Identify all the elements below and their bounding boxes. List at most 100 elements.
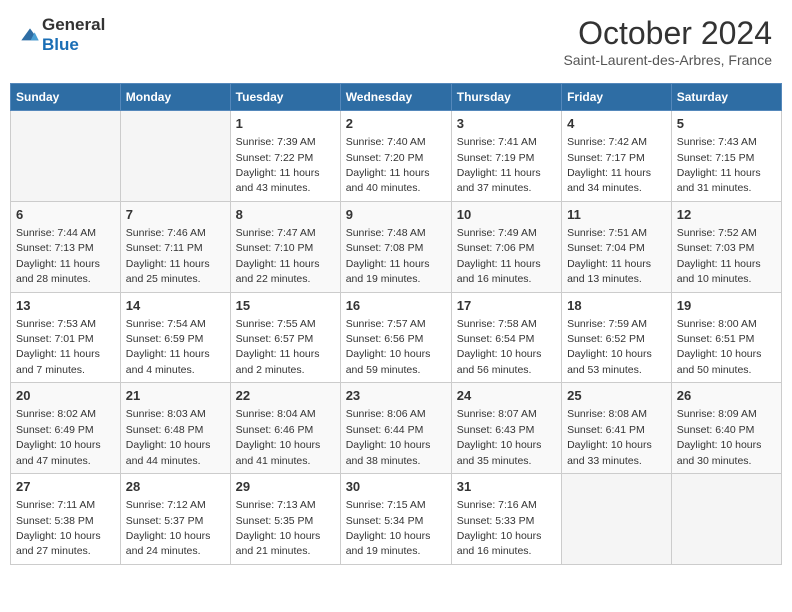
day-info: Sunrise: 7:49 AMSunset: 7:06 PMDaylight:… (457, 227, 541, 285)
day-number: 20 (16, 387, 115, 405)
calendar-cell: 16 Sunrise: 7:57 AMSunset: 6:56 PMDayligh… (340, 292, 451, 383)
logo-icon (20, 27, 40, 43)
day-number: 30 (346, 478, 446, 496)
month-title: October 2024 (563, 15, 772, 52)
calendar-cell: 31Sunrise: 7:16 AMSunset: 5:33 PMDayligh… (451, 474, 561, 565)
calendar-cell (11, 111, 121, 202)
day-info: Sunrise: 7:57 AMSunset: 6:56 PMDaylight:… (346, 318, 431, 376)
day-number: 31 (457, 478, 556, 496)
day-info: Sunrise: 7:55 AMSunset: 6:57 PMDaylight:… (236, 318, 320, 376)
calendar-cell: 18 Sunrise: 7:59 AMSunset: 6:52 PMDayligh… (562, 292, 672, 383)
calendar-cell: 2Sunrise: 7:40 AMSunset: 7:20 PMDaylight… (340, 111, 451, 202)
day-info: Sunrise: 7:39 AMSunset: 7:22 PMDaylight:… (236, 136, 320, 194)
calendar-cell: 7 Sunrise: 7:46 AMSunset: 7:11 PMDaylight… (120, 201, 230, 292)
calendar-cell (120, 111, 230, 202)
calendar-cell: 21Sunrise: 8:03 AMSunset: 6:48 PMDayligh… (120, 383, 230, 474)
day-number: 21 (126, 387, 225, 405)
calendar-cell: 20 Sunrise: 8:02 AMSunset: 6:49 PMDayligh… (11, 383, 121, 474)
day-info: Sunrise: 7:43 AMSunset: 7:15 PMDaylight:… (677, 136, 761, 194)
day-number: 27 (16, 478, 115, 496)
day-info: Sunrise: 7:13 AMSunset: 5:35 PMDaylight:… (236, 499, 321, 557)
logo: General Blue (20, 15, 105, 56)
day-info: Sunrise: 8:09 AMSunset: 6:40 PMDaylight:… (677, 408, 762, 466)
day-number: 1 (236, 115, 335, 133)
day-number: 13 (16, 297, 115, 315)
day-number: 10 (457, 206, 556, 224)
calendar-cell: 30 Sunrise: 7:15 AMSunset: 5:34 PMDayligh… (340, 474, 451, 565)
day-number: 25 (567, 387, 666, 405)
calendar-cell: 23 Sunrise: 8:06 AMSunset: 6:44 PMDayligh… (340, 383, 451, 474)
day-number: 16 (346, 297, 446, 315)
weekday-header-friday: Friday (562, 84, 672, 111)
day-number: 4 (567, 115, 666, 133)
calendar-cell: 19 Sunrise: 8:00 AMSunset: 6:51 PMDayligh… (671, 292, 781, 383)
logo-general: General (42, 15, 105, 35)
calendar-cell: 12Sunrise: 7:52 AMSunset: 7:03 PMDayligh… (671, 201, 781, 292)
calendar-cell: 15Sunrise: 7:55 AMSunset: 6:57 PMDayligh… (230, 292, 340, 383)
day-info: Sunrise: 7:46 AMSunset: 7:11 PMDaylight:… (126, 227, 210, 285)
calendar-cell: 11 Sunrise: 7:51 AMSunset: 7:04 PMDayligh… (562, 201, 672, 292)
day-number: 22 (236, 387, 335, 405)
day-info: Sunrise: 7:47 AMSunset: 7:10 PMDaylight:… (236, 227, 320, 285)
day-info: Sunrise: 8:06 AMSunset: 6:44 PMDaylight:… (346, 408, 431, 466)
logo-blue: Blue (42, 35, 105, 55)
day-number: 11 (567, 206, 666, 224)
weekday-header-thursday: Thursday (451, 84, 561, 111)
day-number: 29 (236, 478, 335, 496)
calendar-cell: 28 Sunrise: 7:12 AMSunset: 5:37 PMDayligh… (120, 474, 230, 565)
calendar-cell: 10 Sunrise: 7:49 AMSunset: 7:06 PMDayligh… (451, 201, 561, 292)
day-number: 14 (126, 297, 225, 315)
day-info: Sunrise: 7:40 AMSunset: 7:20 PMDaylight:… (346, 136, 430, 194)
day-info: Sunrise: 7:11 AMSunset: 5:38 PMDaylight:… (16, 499, 101, 557)
calendar-cell: 8Sunrise: 7:47 AMSunset: 7:10 PMDaylight… (230, 201, 340, 292)
weekday-header-saturday: Saturday (671, 84, 781, 111)
calendar-cell: 25 Sunrise: 8:08 AMSunset: 6:41 PMDayligh… (562, 383, 672, 474)
day-number: 19 (677, 297, 776, 315)
day-info: Sunrise: 8:00 AMSunset: 6:51 PMDaylight:… (677, 318, 762, 376)
calendar-cell: 24 Sunrise: 8:07 AMSunset: 6:43 PMDayligh… (451, 383, 561, 474)
day-number: 28 (126, 478, 225, 496)
day-info: Sunrise: 7:12 AMSunset: 5:37 PMDaylight:… (126, 499, 211, 557)
page-header: General Blue October 2024 Saint-Laurent-… (10, 10, 782, 73)
day-number: 18 (567, 297, 666, 315)
day-info: Sunrise: 7:54 AMSunset: 6:59 PMDaylight:… (126, 318, 210, 376)
location: Saint-Laurent-des-Arbres, France (563, 52, 772, 68)
calendar-cell: 29 Sunrise: 7:13 AMSunset: 5:35 PMDayligh… (230, 474, 340, 565)
calendar-cell (671, 474, 781, 565)
calendar-week-2: 6Sunrise: 7:44 AMSunset: 7:13 PMDaylight… (11, 201, 782, 292)
calendar-table: SundayMondayTuesdayWednesdayThursdayFrid… (10, 83, 782, 565)
calendar-cell: 3Sunrise: 7:41 AMSunset: 7:19 PMDaylight… (451, 111, 561, 202)
day-number: 24 (457, 387, 556, 405)
calendar-week-5: 27 Sunrise: 7:11 AMSunset: 5:38 PMDayligh… (11, 474, 782, 565)
day-info: Sunrise: 7:51 AMSunset: 7:04 PMDaylight:… (567, 227, 651, 285)
day-number: 7 (126, 206, 225, 224)
calendar-cell: 1 Sunrise: 7:39 AMSunset: 7:22 PMDaylight… (230, 111, 340, 202)
day-info: Sunrise: 7:41 AMSunset: 7:19 PMDaylight:… (457, 136, 541, 194)
day-number: 12 (677, 206, 776, 224)
calendar-cell: 9Sunrise: 7:48 AMSunset: 7:08 PMDaylight… (340, 201, 451, 292)
calendar-week-4: 20 Sunrise: 8:02 AMSunset: 6:49 PMDayligh… (11, 383, 782, 474)
calendar-header: SundayMondayTuesdayWednesdayThursdayFrid… (11, 84, 782, 111)
calendar-cell: 5 Sunrise: 7:43 AMSunset: 7:15 PMDaylight… (671, 111, 781, 202)
calendar-cell: 22Sunrise: 8:04 AMSunset: 6:46 PMDayligh… (230, 383, 340, 474)
calendar-cell: 4Sunrise: 7:42 AMSunset: 7:17 PMDaylight… (562, 111, 672, 202)
day-info: Sunrise: 7:15 AMSunset: 5:34 PMDaylight:… (346, 499, 431, 557)
day-number: 26 (677, 387, 776, 405)
day-info: Sunrise: 7:53 AMSunset: 7:01 PMDaylight:… (16, 318, 100, 376)
calendar-cell: 17Sunrise: 7:58 AMSunset: 6:54 PMDayligh… (451, 292, 561, 383)
day-number: 5 (677, 115, 776, 133)
calendar-cell (562, 474, 672, 565)
title-area: October 2024 Saint-Laurent-des-Arbres, F… (563, 15, 772, 68)
day-info: Sunrise: 8:08 AMSunset: 6:41 PMDaylight:… (567, 408, 652, 466)
day-info: Sunrise: 7:59 AMSunset: 6:52 PMDaylight:… (567, 318, 652, 376)
day-info: Sunrise: 7:58 AMSunset: 6:54 PMDaylight:… (457, 318, 542, 376)
calendar-week-1: 1 Sunrise: 7:39 AMSunset: 7:22 PMDaylight… (11, 111, 782, 202)
day-info: Sunrise: 7:48 AMSunset: 7:08 PMDaylight:… (346, 227, 430, 285)
calendar-cell: 13 Sunrise: 7:53 AMSunset: 7:01 PMDayligh… (11, 292, 121, 383)
day-info: Sunrise: 8:07 AMSunset: 6:43 PMDaylight:… (457, 408, 542, 466)
day-number: 23 (346, 387, 446, 405)
calendar-cell: 14 Sunrise: 7:54 AMSunset: 6:59 PMDayligh… (120, 292, 230, 383)
day-info: Sunrise: 8:02 AMSunset: 6:49 PMDaylight:… (16, 408, 101, 466)
calendar-cell: 26 Sunrise: 8:09 AMSunset: 6:40 PMDayligh… (671, 383, 781, 474)
weekday-header-wednesday: Wednesday (340, 84, 451, 111)
